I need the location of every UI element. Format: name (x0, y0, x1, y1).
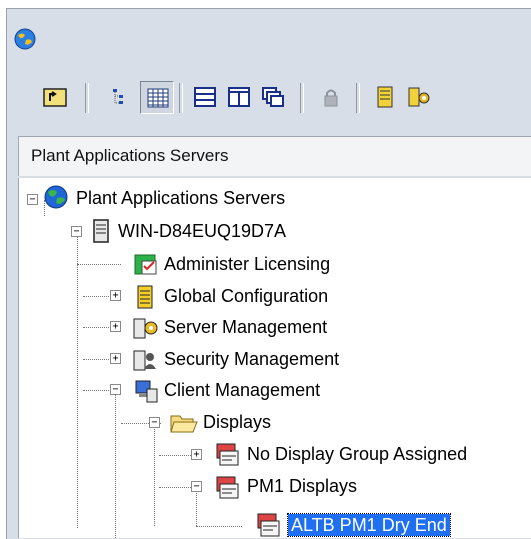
tree-item-displays[interactable]: Displays (203, 411, 271, 433)
detail-list-button[interactable] (140, 81, 174, 114)
tree-item-no-display-group-assigned[interactable]: No Display Group Assigned (247, 443, 467, 465)
expand-global-configuration-toggle[interactable]: + (110, 290, 121, 301)
collapse-displays-toggle[interactable]: − (149, 417, 160, 428)
tree-item-plant-applications-servers[interactable]: Plant Applications Servers (76, 187, 285, 209)
tree-item-server[interactable]: WIN-D84EUQ19D7A (118, 220, 286, 242)
vertical-split-button[interactable] (222, 81, 256, 114)
cascade-windows-icon (262, 87, 284, 107)
horizontal-split-icon (194, 87, 216, 107)
up-folder-button[interactable] (38, 81, 72, 114)
collapse-client-management-toggle[interactable]: − (110, 384, 121, 395)
server-management-button[interactable] (402, 81, 436, 114)
server-tree[interactable]: − − + + + − − + − Plant Applications Ser… (18, 178, 531, 538)
collapse-pm1-displays-toggle[interactable]: − (191, 481, 202, 492)
tree-item-global-configuration[interactable]: Global Configuration (164, 285, 328, 307)
panel-title: Plant Applications Servers (31, 146, 229, 165)
security-management-icon (133, 350, 156, 371)
server-icon (377, 86, 393, 108)
up-folder-icon (43, 88, 67, 107)
panel-header: Plant Applications Servers (18, 136, 531, 176)
tree-view-icon (113, 89, 123, 104)
client-management-icon (135, 380, 158, 403)
global-configuration-icon (137, 285, 153, 309)
tree-view-button[interactable] (106, 81, 140, 114)
display-group-icon (216, 476, 239, 499)
detail-list-icon (147, 88, 169, 108)
globe-icon[interactable] (12, 26, 38, 52)
lock-button[interactable] (314, 81, 348, 114)
server-icon (93, 219, 109, 243)
tree-item-altb-pm1-dry-end[interactable]: ALTB PM1 Dry End (287, 513, 451, 537)
toolbar (28, 77, 531, 121)
server-management-icon (408, 87, 430, 107)
tree-item-server-management[interactable]: Server Management (164, 316, 327, 338)
open-folder-icon (170, 415, 198, 433)
expand-server-management-toggle[interactable]: + (110, 321, 121, 332)
tree-item-administer-licensing[interactable]: Administer Licensing (164, 253, 330, 275)
horizontal-split-button[interactable] (188, 81, 222, 114)
collapse-server-toggle[interactable]: − (71, 226, 82, 237)
vertical-split-icon (228, 87, 250, 107)
expand-no-display-group-toggle[interactable]: + (191, 449, 202, 460)
tree-item-security-management[interactable]: Security Management (164, 348, 339, 370)
globe-icon (44, 185, 68, 209)
collapse-root-toggle[interactable]: − (27, 194, 38, 205)
lock-icon (324, 89, 338, 107)
cascade-windows-button[interactable] (256, 81, 290, 114)
license-certificate-icon (134, 254, 157, 275)
server-management-icon (133, 318, 158, 339)
tree-item-client-management[interactable]: Client Management (164, 379, 320, 401)
expand-security-management-toggle[interactable]: + (110, 353, 121, 364)
display-group-icon (216, 443, 239, 466)
tree-item-pm1-displays[interactable]: PM1 Displays (247, 475, 357, 497)
server-button[interactable] (368, 81, 402, 114)
display-icon (257, 513, 280, 537)
